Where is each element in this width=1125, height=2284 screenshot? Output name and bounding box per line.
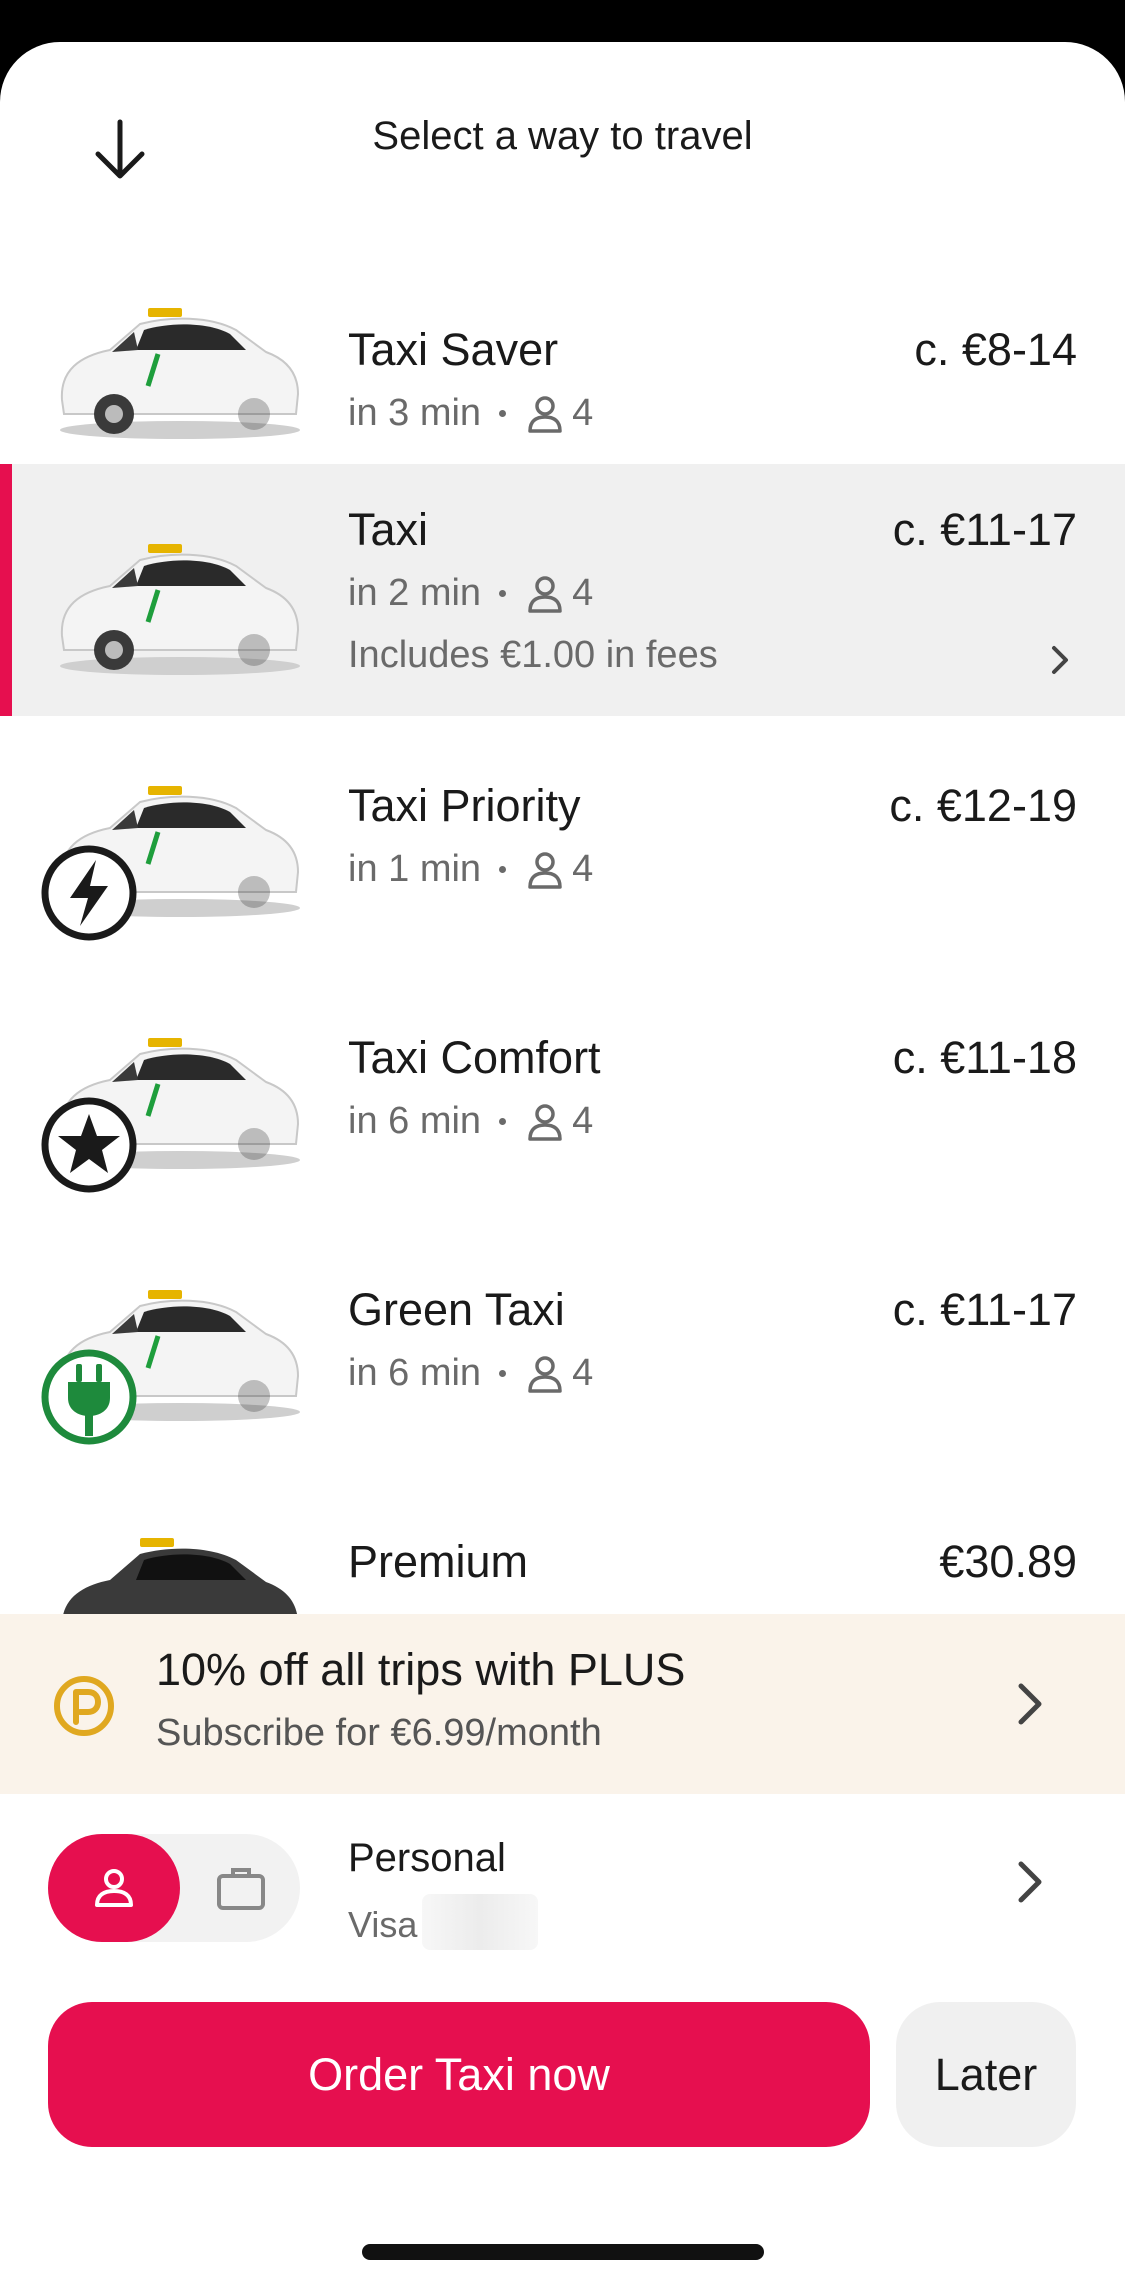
masked-card-number <box>422 1894 538 1950</box>
separator-dot <box>499 410 507 417</box>
ride-seats: 4 <box>572 1352 594 1394</box>
ride-price: c. €12-19 <box>889 780 1077 831</box>
header: Select a way to travel <box>0 42 1125 222</box>
ride-seats: 4 <box>572 392 594 434</box>
ride-eta: in 6 min <box>348 1352 482 1394</box>
home-indicator[interactable] <box>362 2244 764 2260</box>
selected-indicator <box>0 464 12 716</box>
ride-eta: in 1 min <box>348 848 482 890</box>
ride-price: c. €11-18 <box>892 1032 1077 1083</box>
separator-dot <box>499 866 507 873</box>
payment-method: Visa <box>348 1904 418 1945</box>
briefcase-icon <box>217 1868 265 1910</box>
ride-meta: in 6 min 4 <box>348 1100 593 1143</box>
ride-seats: 4 <box>572 848 594 890</box>
ride-option-taxi-comfort[interactable]: Taxi Comfort c. €11-18 in 6 min 4 <box>0 1000 1125 1252</box>
ride-name: Premium <box>348 1536 529 1587</box>
ride-seats: 4 <box>572 572 594 614</box>
ride-eta: in 2 min <box>348 572 482 614</box>
chevron-right-icon <box>1018 1861 1042 1903</box>
ride-selection-sheet: Select a way to travel Taxi Saver c. €8-… <box>0 42 1125 2284</box>
taxi-car-image <box>40 290 305 450</box>
premium-car-image <box>40 1520 305 1614</box>
star-icon <box>41 1097 137 1193</box>
ride-option-taxi-priority[interactable]: Taxi Priority c. €12-19 in 1 min 4 <box>0 748 1125 1000</box>
ride-name: Taxi Comfort <box>348 1032 601 1083</box>
personal-profile-button[interactable] <box>48 1834 180 1942</box>
person-icon <box>524 1101 566 1143</box>
person-icon <box>95 1869 133 1907</box>
person-icon <box>524 573 566 615</box>
promo-title: 10% off all trips with PLUS <box>156 1644 686 1695</box>
plus-logo-icon <box>54 1676 114 1736</box>
ride-name: Taxi <box>348 504 429 555</box>
ride-name: Green Taxi <box>348 1284 565 1335</box>
person-icon <box>524 1353 566 1395</box>
separator-dot <box>499 1118 507 1125</box>
ride-price: €30.89 <box>939 1536 1077 1587</box>
later-button[interactable]: Later <box>896 2002 1076 2147</box>
plug-icon <box>41 1349 137 1445</box>
ride-seats: 4 <box>572 1100 594 1142</box>
ride-option-premium[interactable]: Premium €30.89 <box>0 1504 1125 1614</box>
separator-dot <box>499 590 507 597</box>
fees-note: Includes €1.00 in fees <box>348 634 718 676</box>
page-title: Select a way to travel <box>372 114 753 158</box>
profile-toggle[interactable] <box>48 1834 300 1942</box>
ride-name: Taxi Priority <box>348 780 581 831</box>
order-taxi-button[interactable]: Order Taxi now <box>48 2002 870 2147</box>
person-icon <box>524 393 566 435</box>
promo-subtitle: Subscribe for €6.99/month <box>156 1712 602 1754</box>
ride-option-taxi[interactable]: Taxi c. €11-17 in 2 min 4 Includes €1.00… <box>0 464 1125 716</box>
ride-price: c. €11-17 <box>892 504 1077 555</box>
ride-eta: in 3 min <box>348 392 482 434</box>
separator-dot <box>499 1370 507 1377</box>
ride-price: c. €11-17 <box>892 1284 1077 1335</box>
chevron-right-icon <box>1018 1683 1042 1725</box>
business-profile-button[interactable] <box>180 1834 300 1942</box>
plus-promo-banner[interactable]: 10% off all trips with PLUS Subscribe fo… <box>0 1614 1125 1794</box>
payment-row[interactable]: Personal Visa <box>0 1794 1125 1974</box>
ride-meta: in 1 min 4 <box>348 848 593 891</box>
taxi-car-image <box>40 526 305 686</box>
chevron-right-icon[interactable] <box>1045 640 1075 680</box>
ride-meta: in 6 min 4 <box>348 1352 593 1395</box>
ride-name: Taxi Saver <box>348 324 559 375</box>
lightning-icon <box>41 845 137 941</box>
ride-meta: in 3 min 4 <box>348 392 593 435</box>
payment-profile: Personal <box>348 1836 506 1880</box>
ride-meta: in 2 min 4 <box>348 572 593 615</box>
person-icon <box>524 849 566 891</box>
ride-option-green-taxi[interactable]: Green Taxi c. €11-17 in 6 min 4 <box>0 1252 1125 1504</box>
ride-eta: in 6 min <box>348 1100 482 1142</box>
ride-option-taxi-saver[interactable]: Taxi Saver c. €8-14 in 3 min 4 <box>0 222 1125 587</box>
ride-price: c. €8-14 <box>914 324 1077 375</box>
